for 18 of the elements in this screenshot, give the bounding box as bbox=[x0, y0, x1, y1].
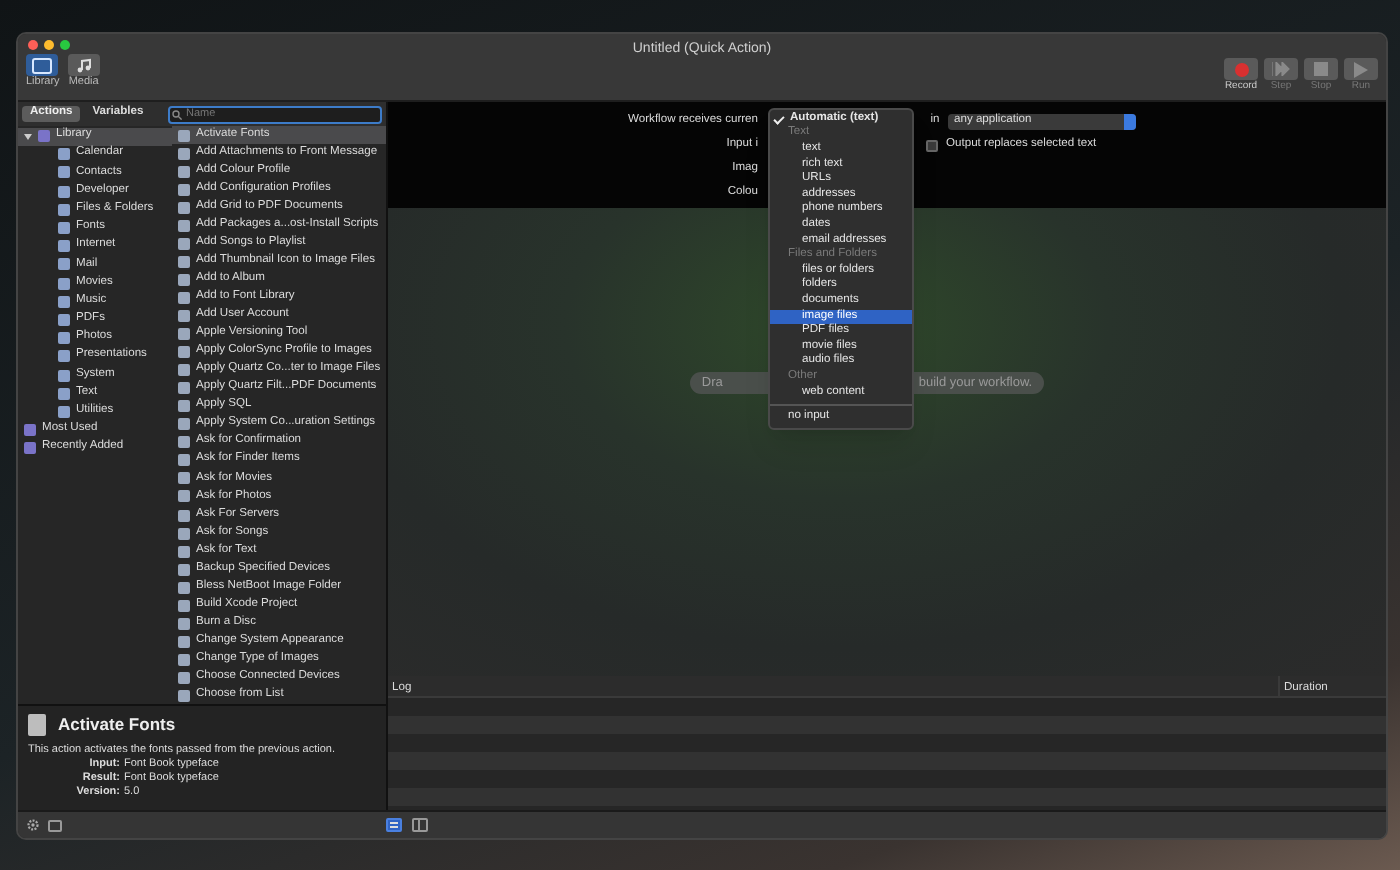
zoom-button[interactable] bbox=[60, 40, 70, 50]
sidebar-icon bbox=[32, 57, 53, 73]
list-view-icon[interactable] bbox=[386, 818, 402, 832]
description-title: Activate Fonts bbox=[58, 712, 176, 738]
music-note-icon bbox=[73, 57, 94, 73]
disclosure-icon[interactable] bbox=[24, 133, 32, 140]
panel-toggle-icon[interactable] bbox=[48, 819, 62, 831]
checkbox[interactable] bbox=[926, 140, 938, 152]
gear-icon[interactable] bbox=[26, 818, 40, 832]
stop-icon bbox=[1314, 62, 1328, 76]
minimize-button[interactable] bbox=[44, 40, 54, 50]
step-icon bbox=[1272, 62, 1290, 76]
record-icon bbox=[1233, 61, 1249, 77]
split-view-icon[interactable] bbox=[412, 818, 428, 832]
close-button[interactable] bbox=[28, 40, 38, 50]
checkmark-icon bbox=[773, 112, 785, 125]
play-icon bbox=[1354, 61, 1368, 77]
search-icon bbox=[172, 109, 182, 119]
